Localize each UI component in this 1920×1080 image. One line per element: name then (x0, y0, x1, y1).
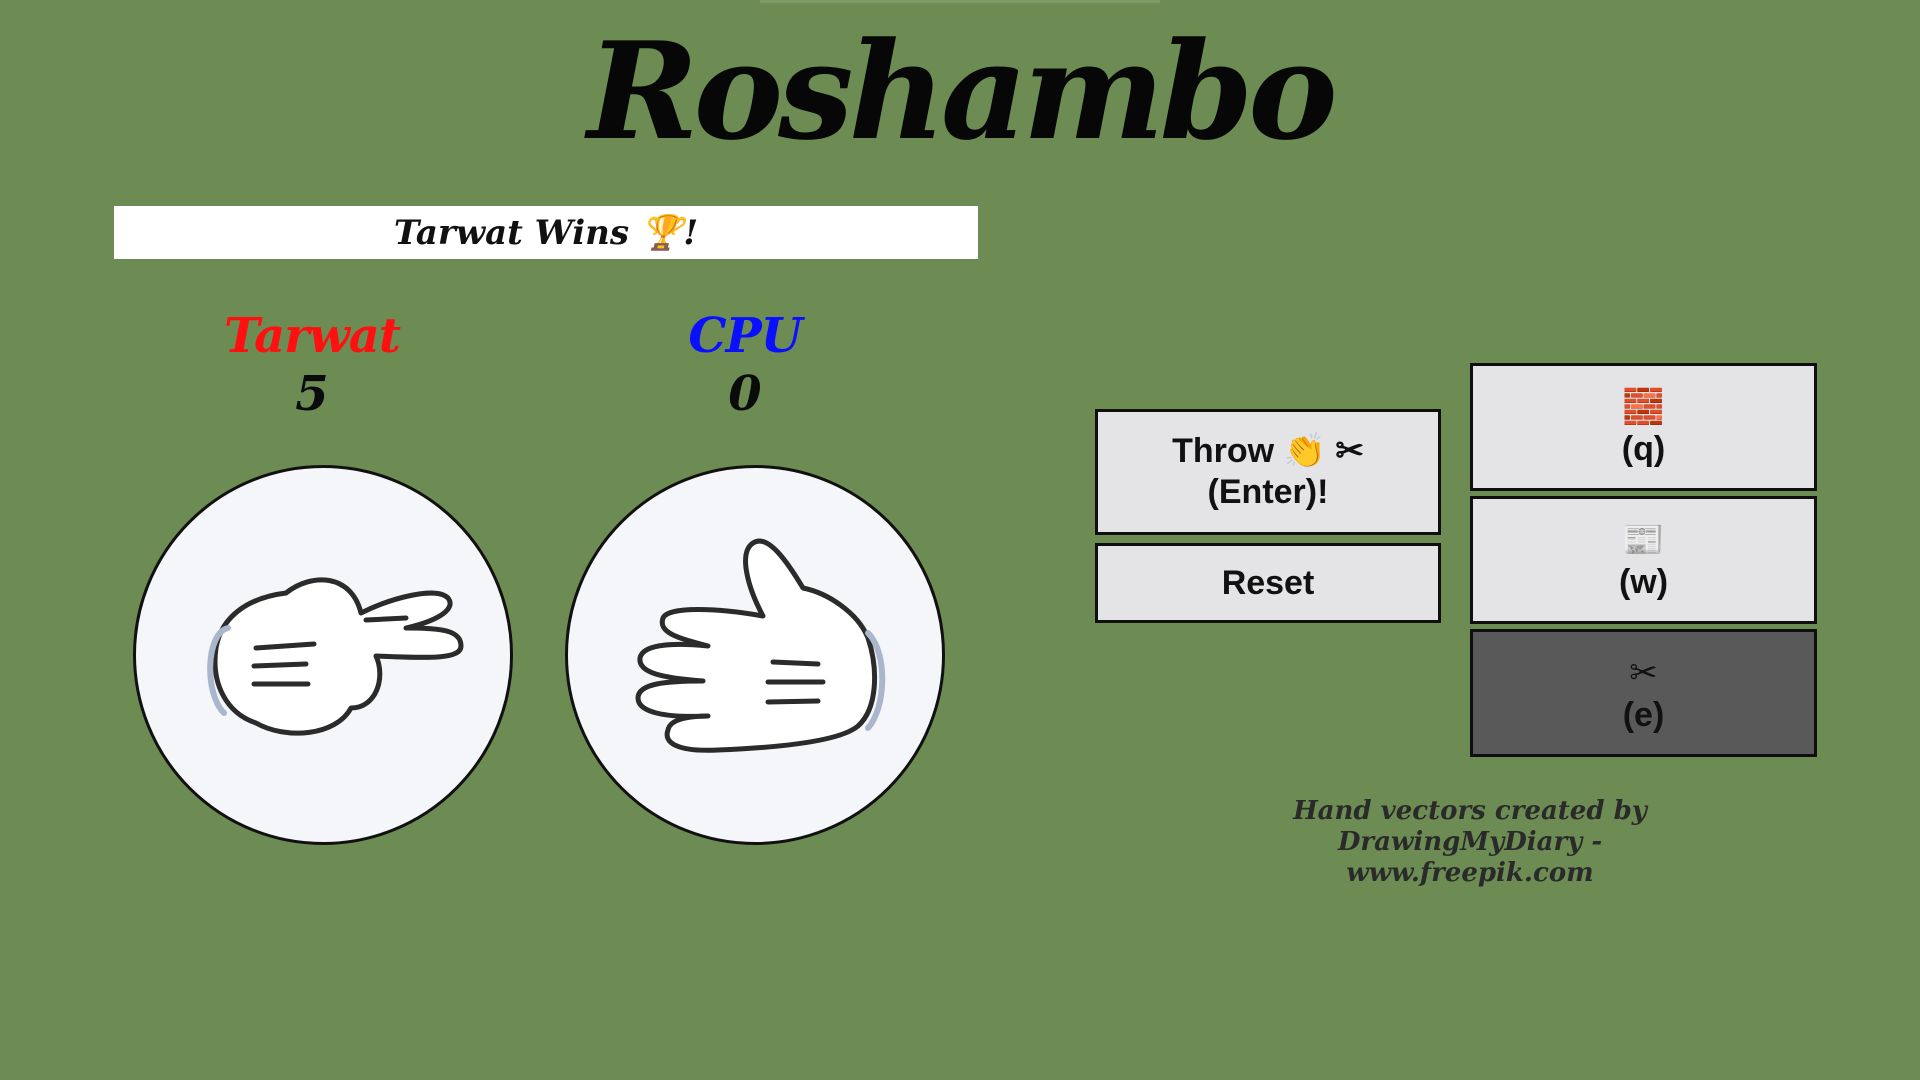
scissors-shortcut: (e) (1622, 695, 1665, 734)
credit-line-1: Hand vectors created by DrawingMyDiary - (1293, 796, 1647, 858)
attribution-credit: Hand vectors created by DrawingMyDiary -… (1170, 796, 1770, 890)
scissors-choice-button[interactable]: ✂ (e) (1470, 629, 1817, 757)
newspaper-icon: 📰 (1622, 519, 1665, 560)
brick-icon: 🧱 (1622, 386, 1665, 427)
cpu-hand-display (565, 465, 945, 845)
paper-shortcut: (w) (1618, 562, 1669, 601)
paper-choice-button[interactable]: 📰 (w) (1470, 496, 1817, 624)
player-score: 5 (295, 366, 329, 422)
result-text: Tarwat Wins 🏆! (393, 212, 699, 253)
page-title: Roshambo (587, 12, 1337, 170)
throw-shortcut: (Enter)! (1207, 473, 1329, 511)
top-shade (760, 0, 1160, 3)
cpu-score: 0 (728, 366, 762, 422)
reset-button[interactable]: Reset (1095, 543, 1441, 623)
rock-choice-button[interactable]: 🧱 (q) (1470, 363, 1817, 491)
scissors-icon: ✂ (1629, 652, 1658, 693)
result-banner: Tarwat Wins 🏆! (114, 206, 978, 259)
player-name: Tarwat (223, 308, 401, 364)
throw-button[interactable]: Throw 👏 ✂ (Enter)! (1095, 409, 1441, 535)
rock-shortcut: (q) (1621, 429, 1666, 468)
throw-label: Throw 👏 ✂ (1172, 432, 1364, 471)
paper-hand-icon (635, 538, 886, 753)
credit-line-2: www.freepik.com (1346, 858, 1594, 889)
scissors-hand-icon (207, 577, 464, 736)
player-hand-display (133, 465, 513, 845)
cpu-name: CPU (688, 308, 802, 364)
